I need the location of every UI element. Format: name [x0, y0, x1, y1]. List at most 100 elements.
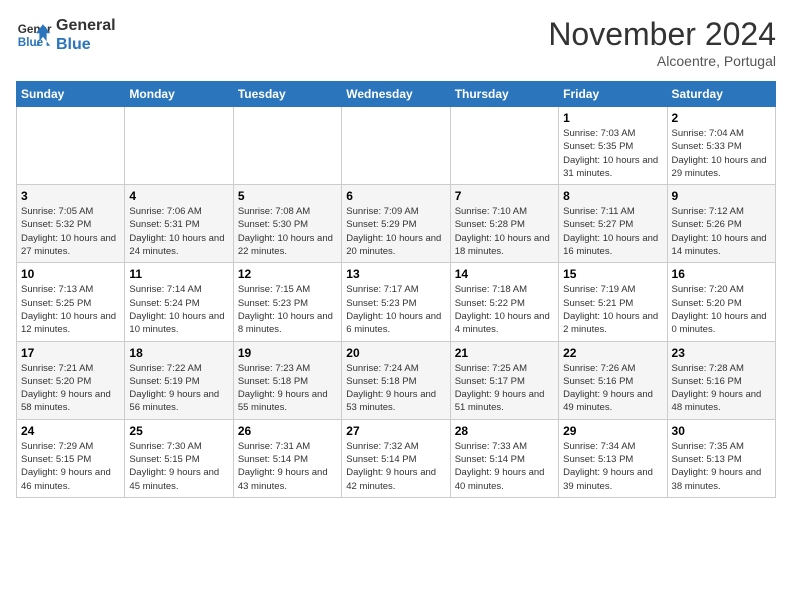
day-number: 18 — [129, 346, 228, 360]
month-title: November 2024 — [548, 16, 776, 53]
day-cell — [233, 107, 341, 185]
day-info: Sunrise: 7:35 AM Sunset: 5:13 PM Dayligh… — [672, 440, 771, 493]
day-number: 21 — [455, 346, 554, 360]
day-info: Sunrise: 7:06 AM Sunset: 5:31 PM Dayligh… — [129, 205, 228, 258]
weekday-header-friday: Friday — [559, 82, 667, 107]
day-number: 11 — [129, 267, 228, 281]
day-number: 29 — [563, 424, 662, 438]
day-number: 9 — [672, 189, 771, 203]
day-cell: 3 Sunrise: 7:05 AM Sunset: 5:32 PM Daylig… — [17, 185, 125, 263]
logo-icon: General Blue — [16, 17, 52, 53]
day-number: 3 — [21, 189, 120, 203]
day-cell — [17, 107, 125, 185]
day-cell: 19 Sunrise: 7:23 AM Sunset: 5:18 PM Dayli… — [233, 341, 341, 419]
day-number: 1 — [563, 111, 662, 125]
day-cell: 5 Sunrise: 7:08 AM Sunset: 5:30 PM Daylig… — [233, 185, 341, 263]
day-cell: 18 Sunrise: 7:22 AM Sunset: 5:19 PM Dayli… — [125, 341, 233, 419]
day-info: Sunrise: 7:20 AM Sunset: 5:20 PM Dayligh… — [672, 283, 771, 336]
day-info: Sunrise: 7:34 AM Sunset: 5:13 PM Dayligh… — [563, 440, 662, 493]
logo: General Blue General Blue — [16, 16, 116, 54]
day-info: Sunrise: 7:21 AM Sunset: 5:20 PM Dayligh… — [21, 362, 120, 415]
weekday-header-row: SundayMondayTuesdayWednesdayThursdayFrid… — [17, 82, 776, 107]
day-number: 12 — [238, 267, 337, 281]
day-info: Sunrise: 7:08 AM Sunset: 5:30 PM Dayligh… — [238, 205, 337, 258]
day-number: 13 — [346, 267, 445, 281]
day-info: Sunrise: 7:17 AM Sunset: 5:23 PM Dayligh… — [346, 283, 445, 336]
weekday-header-wednesday: Wednesday — [342, 82, 450, 107]
day-info: Sunrise: 7:15 AM Sunset: 5:23 PM Dayligh… — [238, 283, 337, 336]
day-cell: 11 Sunrise: 7:14 AM Sunset: 5:24 PM Dayli… — [125, 263, 233, 341]
day-number: 5 — [238, 189, 337, 203]
week-row-3: 10 Sunrise: 7:13 AM Sunset: 5:25 PM Dayli… — [17, 263, 776, 341]
logo-blue: Blue — [56, 35, 116, 54]
day-info: Sunrise: 7:05 AM Sunset: 5:32 PM Dayligh… — [21, 205, 120, 258]
day-number: 30 — [672, 424, 771, 438]
day-cell: 12 Sunrise: 7:15 AM Sunset: 5:23 PM Dayli… — [233, 263, 341, 341]
weekday-header-monday: Monday — [125, 82, 233, 107]
day-info: Sunrise: 7:19 AM Sunset: 5:21 PM Dayligh… — [563, 283, 662, 336]
day-number: 23 — [672, 346, 771, 360]
day-number: 28 — [455, 424, 554, 438]
day-number: 17 — [21, 346, 120, 360]
day-info: Sunrise: 7:22 AM Sunset: 5:19 PM Dayligh… — [129, 362, 228, 415]
day-info: Sunrise: 7:31 AM Sunset: 5:14 PM Dayligh… — [238, 440, 337, 493]
day-number: 14 — [455, 267, 554, 281]
day-info: Sunrise: 7:28 AM Sunset: 5:16 PM Dayligh… — [672, 362, 771, 415]
day-number: 15 — [563, 267, 662, 281]
logo-general: General — [56, 16, 116, 35]
weekday-header-sunday: Sunday — [17, 82, 125, 107]
day-cell: 14 Sunrise: 7:18 AM Sunset: 5:22 PM Dayli… — [450, 263, 558, 341]
day-number: 6 — [346, 189, 445, 203]
weekday-header-thursday: Thursday — [450, 82, 558, 107]
day-cell: 13 Sunrise: 7:17 AM Sunset: 5:23 PM Dayli… — [342, 263, 450, 341]
day-cell: 7 Sunrise: 7:10 AM Sunset: 5:28 PM Daylig… — [450, 185, 558, 263]
day-number: 16 — [672, 267, 771, 281]
day-cell: 21 Sunrise: 7:25 AM Sunset: 5:17 PM Dayli… — [450, 341, 558, 419]
day-info: Sunrise: 7:14 AM Sunset: 5:24 PM Dayligh… — [129, 283, 228, 336]
calendar-table: SundayMondayTuesdayWednesdayThursdayFrid… — [16, 81, 776, 498]
page-header: General Blue General Blue November 2024 … — [16, 16, 776, 69]
day-cell — [342, 107, 450, 185]
day-cell — [125, 107, 233, 185]
day-info: Sunrise: 7:23 AM Sunset: 5:18 PM Dayligh… — [238, 362, 337, 415]
day-number: 20 — [346, 346, 445, 360]
day-number: 24 — [21, 424, 120, 438]
day-number: 25 — [129, 424, 228, 438]
day-info: Sunrise: 7:13 AM Sunset: 5:25 PM Dayligh… — [21, 283, 120, 336]
day-cell: 10 Sunrise: 7:13 AM Sunset: 5:25 PM Dayli… — [17, 263, 125, 341]
day-cell: 9Sunrise: 7:12 AM Sunset: 5:26 PM Daylig… — [667, 185, 775, 263]
day-number: 19 — [238, 346, 337, 360]
day-cell: 20Sunrise: 7:24 AM Sunset: 5:18 PM Dayli… — [342, 341, 450, 419]
day-info: Sunrise: 7:26 AM Sunset: 5:16 PM Dayligh… — [563, 362, 662, 415]
location-subtitle: Alcoentre, Portugal — [548, 53, 776, 69]
day-info: Sunrise: 7:09 AM Sunset: 5:29 PM Dayligh… — [346, 205, 445, 258]
week-row-2: 3 Sunrise: 7:05 AM Sunset: 5:32 PM Daylig… — [17, 185, 776, 263]
day-cell: 6 Sunrise: 7:09 AM Sunset: 5:29 PM Daylig… — [342, 185, 450, 263]
day-info: Sunrise: 7:03 AM Sunset: 5:35 PM Dayligh… — [563, 127, 662, 180]
day-cell: 28Sunrise: 7:33 AM Sunset: 5:14 PM Dayli… — [450, 419, 558, 497]
day-cell: 22 Sunrise: 7:26 AM Sunset: 5:16 PM Dayli… — [559, 341, 667, 419]
day-number: 27 — [346, 424, 445, 438]
day-number: 22 — [563, 346, 662, 360]
day-number: 7 — [455, 189, 554, 203]
day-number: 10 — [21, 267, 120, 281]
day-number: 4 — [129, 189, 228, 203]
day-cell: 8Sunrise: 7:11 AM Sunset: 5:27 PM Daylig… — [559, 185, 667, 263]
day-info: Sunrise: 7:10 AM Sunset: 5:28 PM Dayligh… — [455, 205, 554, 258]
day-cell: 4 Sunrise: 7:06 AM Sunset: 5:31 PM Daylig… — [125, 185, 233, 263]
day-info: Sunrise: 7:30 AM Sunset: 5:15 PM Dayligh… — [129, 440, 228, 493]
weekday-header-tuesday: Tuesday — [233, 82, 341, 107]
day-number: 2 — [672, 111, 771, 125]
day-cell: 26Sunrise: 7:31 AM Sunset: 5:14 PM Dayli… — [233, 419, 341, 497]
day-cell: 29 Sunrise: 7:34 AM Sunset: 5:13 PM Dayli… — [559, 419, 667, 497]
title-area: November 2024 Alcoentre, Portugal — [548, 16, 776, 69]
day-info: Sunrise: 7:25 AM Sunset: 5:17 PM Dayligh… — [455, 362, 554, 415]
weekday-header-saturday: Saturday — [667, 82, 775, 107]
day-cell: 23 Sunrise: 7:28 AM Sunset: 5:16 PM Dayli… — [667, 341, 775, 419]
day-cell — [450, 107, 558, 185]
week-row-1: 1 Sunrise: 7:03 AM Sunset: 5:35 PM Daylig… — [17, 107, 776, 185]
day-number: 8 — [563, 189, 662, 203]
day-cell: 30 Sunrise: 7:35 AM Sunset: 5:13 PM Dayli… — [667, 419, 775, 497]
week-row-4: 17 Sunrise: 7:21 AM Sunset: 5:20 PM Dayli… — [17, 341, 776, 419]
day-info: Sunrise: 7:18 AM Sunset: 5:22 PM Dayligh… — [455, 283, 554, 336]
